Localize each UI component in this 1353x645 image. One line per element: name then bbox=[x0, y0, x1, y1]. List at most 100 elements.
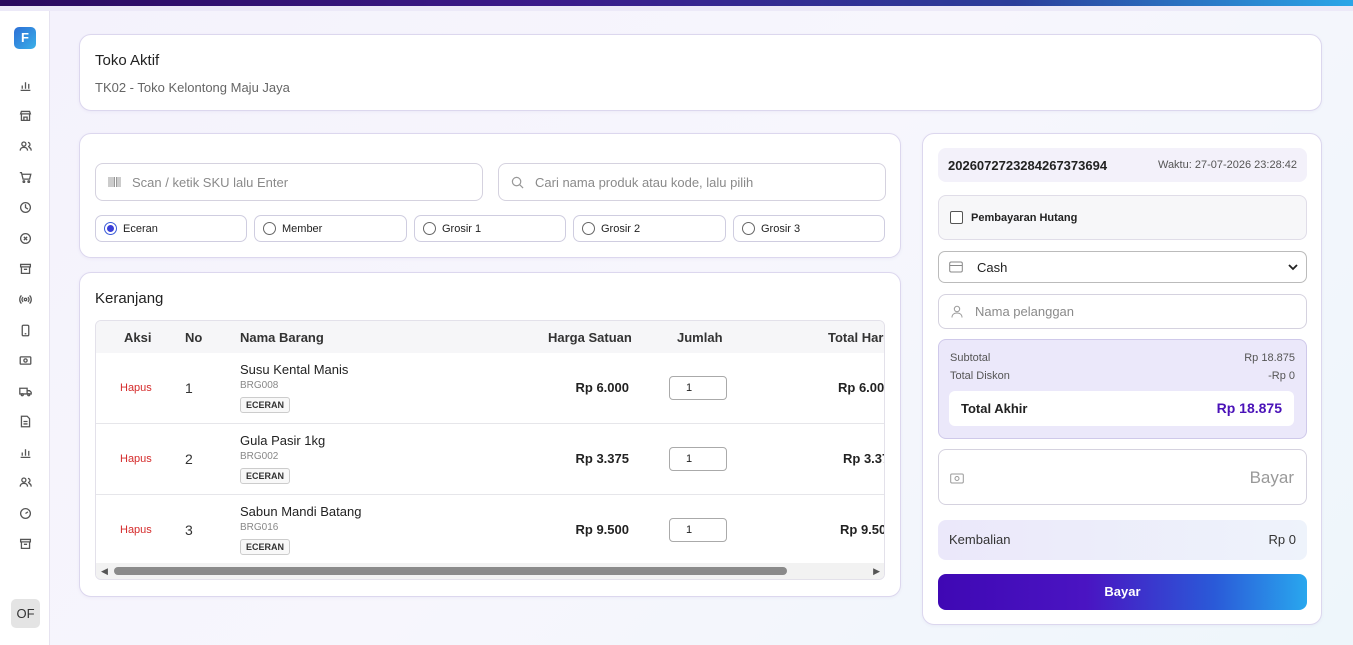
product-sku: BRG016 bbox=[240, 522, 279, 533]
app-logo[interactable]: F bbox=[14, 27, 36, 49]
table-row: Hapus 3 Sabun Mandi Batang BRG016 ECERAN… bbox=[96, 495, 884, 566]
product-name: Susu Kental Manis bbox=[240, 362, 349, 377]
clock-icon[interactable] bbox=[17, 199, 33, 215]
cart-icon[interactable] bbox=[17, 169, 33, 185]
unit-price: Rp 6.000 bbox=[575, 380, 629, 395]
payment-summary: Subtotal Rp 18.875 Total Diskon -Rp 0 To… bbox=[938, 339, 1307, 439]
price-mode-grosir-1[interactable]: Grosir 1 bbox=[414, 215, 566, 242]
col-aksi: Aksi bbox=[124, 330, 152, 345]
phone-icon[interactable] bbox=[17, 322, 33, 338]
delete-link[interactable]: Hapus bbox=[120, 453, 152, 465]
sidebar: F OF bbox=[0, 11, 50, 645]
quantity-input[interactable]: 1 bbox=[669, 376, 727, 400]
table-row: Hapus 1 Susu Kental Manis BRG008 ECERAN … bbox=[96, 353, 885, 424]
credit-card-icon bbox=[949, 261, 963, 276]
payment-amount-input[interactable]: Bayar bbox=[938, 449, 1307, 505]
row-number: 3 bbox=[185, 522, 193, 538]
active-store-title: Toko Aktif bbox=[95, 52, 160, 69]
product-search-input[interactable]: Cari nama produk atau kode, lalu pilih bbox=[498, 163, 886, 201]
col-total: Total Harga bbox=[828, 330, 884, 345]
sku-input[interactable]: Scan / ketik SKU lalu Enter bbox=[95, 163, 483, 201]
price-mode-eceran[interactable]: Eceran bbox=[95, 215, 247, 242]
change-value: Rp 0 bbox=[1268, 532, 1296, 547]
radio-button[interactable] bbox=[263, 222, 276, 235]
radio-button[interactable] bbox=[423, 222, 436, 235]
customer-name-placeholder: Nama pelanggan bbox=[975, 304, 1075, 319]
price-mode-tag: ECERAN bbox=[240, 539, 291, 555]
transaction-time: Waktu: 27-07-2026 23:28:42 bbox=[1157, 159, 1297, 171]
table-row: Hapus 2 Gula Pasir 1kg BRG002 ECERAN Rp … bbox=[96, 424, 884, 495]
subtotal-label: Subtotal bbox=[950, 352, 991, 364]
x-circle-icon[interactable] bbox=[17, 230, 33, 246]
debt-payment-checkbox[interactable] bbox=[950, 211, 963, 224]
cart-card: Keranjang Aksi No Nama Barang Harga Satu… bbox=[79, 272, 901, 597]
top-accent-bar bbox=[0, 0, 1353, 11]
broadcast-icon[interactable] bbox=[17, 291, 33, 307]
scroll-thumb[interactable] bbox=[114, 567, 787, 575]
price-mode-tag: ECERAN bbox=[240, 397, 291, 413]
customer-name-input[interactable]: Nama pelanggan bbox=[938, 294, 1307, 329]
scroll-left-icon[interactable]: ◀ bbox=[101, 566, 108, 577]
line-total: Rp 9.500 bbox=[840, 522, 884, 537]
quantity-input[interactable]: 1 bbox=[669, 518, 727, 542]
unit-price: Rp 3.375 bbox=[575, 451, 629, 466]
col-harga: Harga Satuan bbox=[548, 330, 632, 345]
change-display: Kembalian Rp 0 bbox=[938, 520, 1307, 560]
chevron-down-icon bbox=[1288, 260, 1298, 275]
quantity-input[interactable]: 1 bbox=[669, 447, 727, 471]
bar-chart-icon[interactable] bbox=[17, 77, 33, 93]
col-nama: Nama Barang bbox=[240, 330, 324, 345]
line-total: Rp 6.000 bbox=[838, 380, 885, 395]
payment-method-value: Cash bbox=[977, 260, 1008, 275]
users-icon[interactable] bbox=[17, 474, 33, 490]
scroll-right-icon[interactable]: ▶ bbox=[873, 566, 880, 577]
users-icon[interactable] bbox=[17, 138, 33, 154]
barcode-icon bbox=[108, 175, 122, 189]
user-icon bbox=[951, 305, 965, 319]
gauge-icon[interactable] bbox=[17, 505, 33, 521]
payment-method-select[interactable]: Cash bbox=[938, 251, 1307, 283]
price-mode-grosir-2[interactable]: Grosir 2 bbox=[573, 215, 726, 242]
table-header: Aksi No Nama Barang Harga Satuan Jumlah … bbox=[96, 321, 884, 353]
line-total: Rp 3.375 bbox=[843, 451, 884, 466]
delete-link[interactable]: Hapus bbox=[120, 524, 152, 536]
price-mode-label: Grosir 2 bbox=[601, 222, 641, 235]
product-sku: BRG008 bbox=[240, 380, 279, 391]
user-avatar[interactable]: OF bbox=[11, 599, 40, 628]
discount-label: Total Diskon bbox=[950, 370, 1010, 382]
cash-icon bbox=[950, 471, 964, 489]
price-mode-label: Eceran bbox=[123, 222, 158, 235]
store-icon[interactable] bbox=[17, 107, 33, 123]
grand-total-label: Total Akhir bbox=[961, 401, 1028, 416]
archive-icon[interactable] bbox=[17, 260, 33, 276]
col-no: No bbox=[185, 330, 203, 345]
money-icon[interactable] bbox=[17, 352, 33, 368]
search-card: Scan / ketik SKU lalu Enter Cari nama pr… bbox=[79, 133, 901, 258]
active-store-card: Toko Aktif TK02 - Toko Kelontong Maju Ja… bbox=[79, 34, 1322, 111]
radio-button[interactable] bbox=[742, 222, 755, 235]
truck-icon[interactable] bbox=[17, 383, 33, 399]
radio-button[interactable] bbox=[104, 222, 117, 235]
debt-payment-label: Pembayaran Hutang bbox=[971, 212, 1078, 224]
radio-button[interactable] bbox=[582, 222, 595, 235]
document-icon[interactable] bbox=[17, 413, 33, 429]
unit-price: Rp 9.500 bbox=[575, 522, 629, 537]
delete-link[interactable]: Hapus bbox=[120, 382, 152, 394]
cart-title: Keranjang bbox=[95, 290, 164, 307]
grand-total: Total Akhir Rp 18.875 bbox=[949, 391, 1294, 426]
row-number: 1 bbox=[185, 380, 193, 396]
debt-payment-option[interactable]: Pembayaran Hutang bbox=[938, 195, 1307, 240]
col-jumlah: Jumlah bbox=[677, 330, 723, 345]
price-mode-label: Grosir 1 bbox=[442, 222, 482, 235]
product-sku: BRG002 bbox=[240, 451, 279, 462]
archive-icon[interactable] bbox=[17, 535, 33, 551]
pay-button[interactable]: Bayar bbox=[938, 574, 1307, 610]
price-mode-tag: ECERAN bbox=[240, 468, 291, 484]
bar-chart-icon[interactable] bbox=[17, 444, 33, 460]
sku-placeholder: Scan / ketik SKU lalu Enter bbox=[132, 174, 289, 190]
price-mode-grosir-3[interactable]: Grosir 3 bbox=[733, 215, 885, 242]
horizontal-scrollbar[interactable]: ◀ ▶ bbox=[96, 563, 884, 579]
subtotal-value: Rp 18.875 bbox=[1244, 352, 1295, 364]
price-mode-member[interactable]: Member bbox=[254, 215, 407, 242]
row-number: 2 bbox=[185, 451, 193, 467]
